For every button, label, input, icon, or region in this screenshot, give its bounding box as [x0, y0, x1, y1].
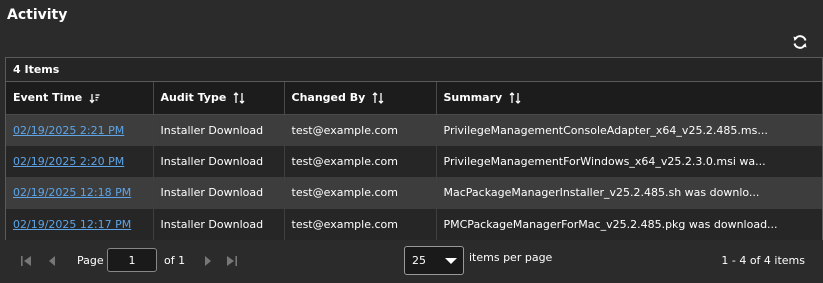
changed-by-cell: test@example.com — [284, 145, 437, 177]
items-per-page-label: items per page — [469, 251, 553, 264]
column-header-event-time[interactable]: Event Time — [6, 82, 154, 115]
item-range-label: 1 - 4 of 4 items — [721, 254, 805, 267]
event-time-link[interactable]: 02/19/2025 2:20 PM — [13, 155, 124, 168]
previous-page-button[interactable] — [45, 254, 59, 268]
column-header-summary[interactable]: Summary — [436, 82, 822, 115]
items-per-page-select[interactable]: 25 — [404, 246, 464, 275]
page-label: Page — [77, 254, 104, 267]
event-time-link[interactable]: 02/19/2025 2:21 PM — [13, 124, 124, 137]
summary-cell: PrivilegeManagementConsoleAdapter_x64_v2… — [436, 114, 822, 146]
audit-type-cell: Installer Download — [153, 145, 285, 177]
table-row[interactable]: 02/19/2025 12:18 PM Installer Download t… — [6, 177, 822, 209]
summary-cell: MacPackageManagerInstaller_v25.2.485.sh … — [436, 177, 822, 209]
refresh-icon — [793, 35, 807, 49]
chevron-down-icon — [445, 258, 457, 264]
changed-by-cell: test@example.com — [284, 208, 437, 240]
changed-by-cell: test@example.com — [284, 114, 437, 146]
column-label: Event Time — [13, 91, 83, 105]
audit-type-cell: Installer Download — [153, 208, 285, 240]
table-row[interactable]: 02/19/2025 2:21 PM Installer Download te… — [6, 114, 822, 146]
summary-cell: PMCPackageManagerForMac_v25.2.485.pkg wa… — [436, 208, 822, 240]
event-time-cell: 02/19/2025 12:18 PM — [6, 177, 154, 209]
audit-type-cell: Installer Download — [153, 177, 285, 209]
table-row[interactable]: 02/19/2025 2:20 PM Installer Download te… — [6, 145, 822, 177]
sort-icon — [372, 92, 384, 105]
pagination-bar: Page of 1 25 items per page 1 - 4 of 4 i… — [5, 240, 823, 283]
sort-icon — [233, 92, 245, 105]
table-header-row: Event Time Audit Type Changed By Summary — [6, 82, 822, 115]
column-label: Summary — [443, 91, 503, 105]
page-number-input[interactable] — [107, 248, 157, 272]
items-per-page-value: 25 — [412, 254, 426, 267]
event-time-cell: 02/19/2025 2:20 PM — [6, 145, 154, 177]
next-page-button[interactable] — [201, 254, 215, 268]
first-page-icon — [21, 256, 31, 266]
next-page-icon — [205, 256, 211, 266]
previous-page-icon — [49, 256, 55, 266]
event-time-link[interactable]: 02/19/2025 12:17 PM — [13, 218, 131, 231]
page-total-label: of 1 — [164, 254, 186, 267]
audit-type-cell: Installer Download — [153, 114, 285, 146]
activity-grid: 4 Items Event Time Audit Type Changed By… — [5, 57, 823, 240]
table-row[interactable]: 02/19/2025 12:17 PM Installer Download t… — [6, 208, 822, 240]
column-header-changed-by[interactable]: Changed By — [284, 82, 437, 115]
first-page-button[interactable] — [19, 254, 33, 268]
page-title: Activity — [7, 7, 68, 23]
refresh-button[interactable] — [790, 32, 810, 52]
sort-icon — [509, 92, 521, 105]
column-label: Audit Type — [160, 91, 227, 105]
summary-cell: PrivilegeManagementForWindows_x64_v25.2.… — [436, 145, 822, 177]
activity-table: Event Time Audit Type Changed By Summary… — [6, 82, 822, 240]
event-time-cell: 02/19/2025 12:17 PM — [6, 208, 154, 240]
last-page-button[interactable] — [225, 254, 239, 268]
column-header-audit-type[interactable]: Audit Type — [153, 82, 285, 115]
item-count: 4 Items — [6, 58, 822, 82]
sort-descending-icon — [89, 93, 100, 104]
last-page-icon — [227, 256, 237, 266]
column-label: Changed By — [291, 91, 366, 105]
event-time-cell: 02/19/2025 2:21 PM — [6, 114, 154, 146]
changed-by-cell: test@example.com — [284, 177, 437, 209]
event-time-link[interactable]: 02/19/2025 12:18 PM — [13, 186, 131, 199]
